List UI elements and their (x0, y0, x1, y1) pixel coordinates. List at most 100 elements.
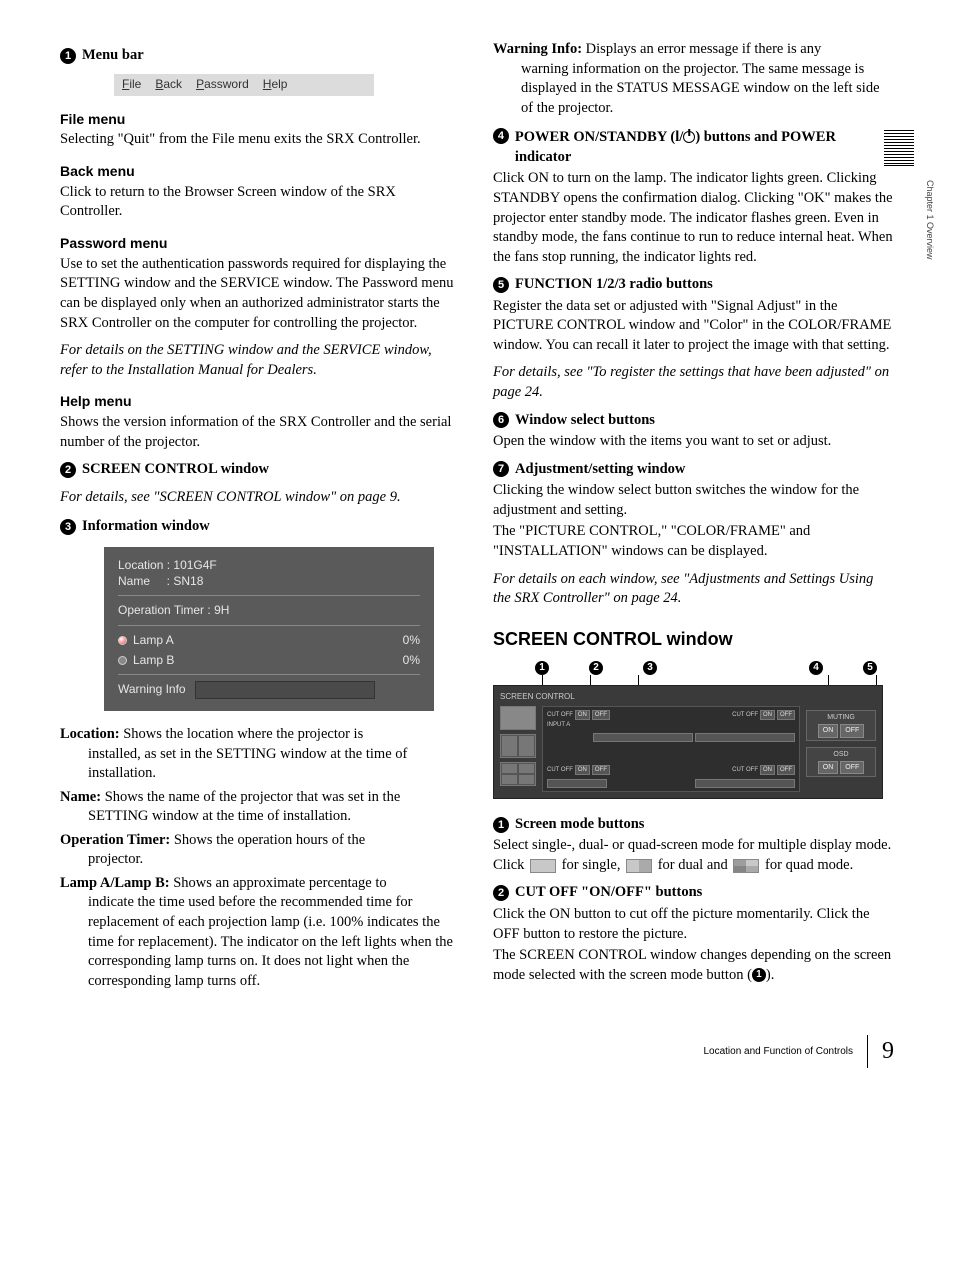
sc-item2-badge-ref: 1 (752, 968, 766, 982)
def-optimer-body-inline: Shows the operation hours of the (174, 832, 365, 848)
callout-6-badge: 6 (493, 412, 509, 428)
sc-callout-2: 2 (589, 661, 603, 675)
mode-single-icon-inline (530, 859, 556, 873)
help-menu-body: Shows the version information of the SRX… (60, 413, 461, 452)
callout-7-body2: The "PICTURE CONTROL," "COLOR/FRAME" and… (493, 522, 894, 561)
sc-panel-title: SCREEN CONTROL (500, 692, 876, 703)
sc-panel: SCREEN CONTROL CUT OFF ON OFF (493, 685, 883, 799)
sc-side-toggles: MUTING ONOFF OSD ONOFF (806, 706, 876, 792)
page-footer: Location and Function of Controls 9 (60, 1035, 894, 1067)
sc-osd-toggle: OSD ONOFF (806, 747, 876, 778)
sc-mode-dual-icon (500, 734, 536, 758)
callout-6-title: Window select buttons (515, 411, 655, 431)
info-lampA-row: Lamp A 0% (118, 632, 420, 648)
def-name-term: Name: (60, 789, 101, 805)
callout-2-title: SCREEN CONTROL window (82, 460, 269, 480)
menubar-file: File (122, 76, 141, 92)
lamp-off-icon (118, 656, 127, 665)
callout-1-title: Menu bar (82, 46, 144, 66)
callout-2-heading: 2 SCREEN CONTROL window (60, 460, 461, 480)
callout-2-note: For details, see "SCREEN CONTROL window"… (60, 488, 461, 508)
password-menu-note: For details on the SETTING window and th… (60, 341, 461, 380)
sc-item2-heading: 2 CUT OFF "ON/OFF" buttons (493, 883, 894, 903)
def-optimer-term: Operation Timer: (60, 832, 170, 848)
sc-cutoff-off-4: OFF (777, 765, 795, 775)
def-lamp-body-inline: Shows an approximate percentage to (173, 875, 386, 891)
sc-item1-pc: for dual and (654, 857, 731, 873)
callout-4-badge: 4 (493, 128, 509, 144)
footer-label: Location and Function of Controls (703, 1045, 853, 1059)
sc-item1-badge: 1 (493, 817, 509, 833)
sc-cutoff-on-3: ON (575, 765, 590, 775)
info-optimer-label: Operation Timer (118, 603, 204, 617)
callout-7-heading: 7 Adjustment/setting window (493, 460, 894, 480)
sc-osd-off: OFF (840, 761, 864, 774)
file-menu-heading: File menu (60, 110, 461, 129)
def-warning-info: Warning Info: Displays an error message … (493, 40, 894, 118)
def-warning-body-inline: Displays an error message if there is an… (586, 41, 822, 57)
def-location-term: Location: (60, 726, 120, 742)
sc-item2-body2: The SCREEN CONTROL window changes depend… (493, 946, 894, 985)
def-optimer-body: projector. (88, 850, 461, 870)
callout-7-note: For details on each window, see "Adjustm… (493, 570, 894, 609)
sc-input-a-label: INPUT A (547, 721, 570, 729)
callout-5-badge: 5 (493, 277, 509, 293)
menubar-back: Back (155, 76, 182, 92)
sc-item1-pb: for single, (558, 857, 624, 873)
sc-callout-5: 5 (863, 661, 877, 675)
sc-item2-title: CUT OFF "ON/OFF" buttons (515, 883, 702, 903)
def-name-body-inline: Shows the name of the projector that was… (105, 789, 401, 805)
sc-callouts-row: 1 2 3 4 5 (493, 661, 883, 675)
password-menu-heading: Password menu (60, 234, 461, 253)
menubar-figure: File Back Password Help (114, 74, 374, 96)
help-menu-heading: Help menu (60, 392, 461, 411)
sc-item2-p2a: The SCREEN CONTROL window changes depend… (493, 947, 891, 983)
sc-cutoff-tr: CUT OFF ON OFF (732, 710, 795, 720)
sc-cutoff-on: ON (575, 710, 590, 720)
sc-main-area: CUT OFF ON OFF CUT OFF ON OFF INPUT A (542, 706, 800, 792)
password-menu-body: Use to set the authentication passwords … (60, 255, 461, 333)
sc-dropdown-2 (695, 733, 795, 742)
info-warning-row: Warning Info (118, 681, 420, 699)
sc-cutoff-off-3: OFF (592, 765, 610, 775)
sc-item2-body1: Click the ON button to cut off the pictu… (493, 905, 894, 944)
left-column: 1 Menu bar File Back Password Help File … (60, 40, 461, 995)
callout-4-body: Click ON to turn on the lamp. The indica… (493, 169, 894, 267)
sc-cutoff-off-2: OFF (777, 710, 795, 720)
sc-cutoff-br: CUT OFF ON OFF (732, 765, 795, 775)
callout-7-body1: Clicking the window select button switch… (493, 481, 894, 520)
sc-item2-badge: 2 (493, 885, 509, 901)
callout-4-heading: 4 POWER ON/STANDBY (l/) buttons and POWE… (493, 128, 894, 167)
sc-item2-p2b: ). (766, 967, 774, 983)
menubar-password: Password (196, 76, 249, 92)
decorative-lines (884, 130, 914, 166)
sc-cutoff-bl: CUT OFF ON OFF (547, 765, 610, 775)
callout-1-heading: 1 Menu bar (60, 46, 461, 66)
sc-item1-heading: 1 Screen mode buttons (493, 815, 894, 835)
info-lampB-row: Lamp B 0% (118, 652, 420, 668)
sc-dropdown-3 (547, 779, 607, 788)
sc-cutoff-off: OFF (592, 710, 610, 720)
sc-muting-label: MUTING (809, 713, 873, 722)
sc-cutoff-label-4: CUT OFF (732, 766, 758, 774)
callout-3-badge: 3 (60, 519, 76, 535)
file-menu-body: Selecting "Quit" from the File menu exit… (60, 130, 461, 150)
callout-6-heading: 6 Window select buttons (493, 411, 894, 431)
info-location-value: 101G4F (173, 558, 216, 572)
sc-cutoff-on-2: ON (760, 710, 775, 720)
info-optimer-row: Operation Timer : 9H (118, 602, 420, 618)
power-icon (683, 131, 695, 143)
sc-item1-pd: for quad mode. (761, 857, 853, 873)
sc-cutoff-label-3: CUT OFF (547, 766, 573, 774)
callout-5-title: FUNCTION 1/2/3 radio buttons (515, 275, 713, 295)
info-name-value: SN18 (173, 574, 203, 588)
sc-dropdown-4 (695, 779, 795, 788)
screen-control-section-title: SCREEN CONTROL window (493, 627, 894, 651)
info-definitions: Location: Shows the location where the p… (60, 725, 461, 991)
mode-quad-icon-inline (733, 859, 759, 873)
def-warning-body: warning information on the projector. Th… (521, 60, 894, 119)
page-number: 9 (867, 1035, 894, 1067)
sc-osd-label: OSD (809, 750, 873, 759)
def-lamp-body: indicate the time used before the recomm… (88, 893, 461, 991)
sc-item1-body: Select single-, dual- or quad-screen mod… (493, 836, 894, 875)
